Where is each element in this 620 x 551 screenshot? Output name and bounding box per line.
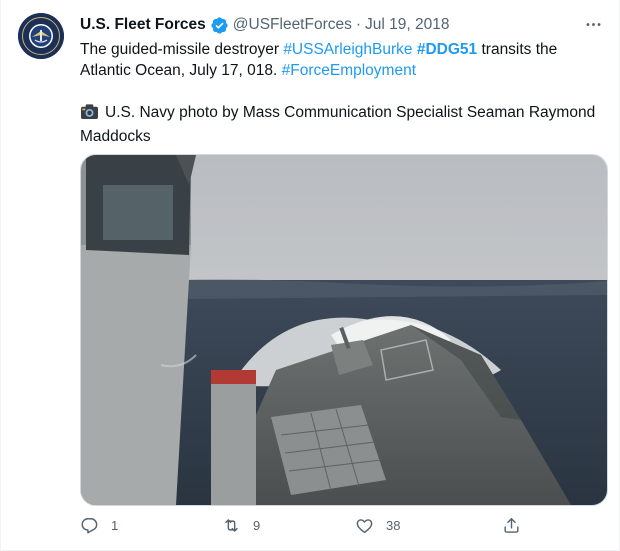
retweet-icon [225, 519, 238, 532]
verified-badge-icon [210, 16, 229, 35]
retweet-button[interactable]: 9 [222, 516, 260, 535]
tweet-date[interactable]: Jul 19, 2018 [365, 15, 449, 35]
reply-count: 1 [111, 518, 119, 533]
fleet-forces-seal-icon [18, 13, 64, 59]
avatar[interactable] [18, 13, 64, 59]
like-count: 38 [386, 518, 401, 533]
hashtag-ddg51[interactable]: #DDG51 [417, 41, 477, 58]
tweet-photo[interactable] [80, 154, 608, 506]
destroyer-photo [81, 155, 607, 505]
like-button[interactable]: 38 [355, 516, 400, 535]
tweet-card[interactable]: U.S. Fleet Forces @USFleetForces · Jul 1… [0, 0, 620, 551]
share-icon [504, 518, 519, 533]
author-name[interactable]: U.S. Fleet Forces [80, 15, 206, 35]
hashtag-forceemployment[interactable]: #ForceEmployment [282, 62, 416, 79]
photo-credit: U.S. Navy photo by Mass Communication Sp… [80, 104, 596, 145]
camera-icon [80, 103, 99, 126]
text-part-1: The guided-missile destroyer [80, 41, 284, 58]
reply-button[interactable]: 1 [80, 516, 118, 535]
like-icon [356, 519, 373, 533]
hashtag-ussarleighburke[interactable]: #USSArleighBurke [283, 41, 412, 58]
tweet-text: The guided-missile destroyer #USSArleigh… [80, 39, 605, 147]
share-button[interactable] [502, 516, 521, 535]
retweet-count: 9 [253, 518, 261, 533]
photo-credit-line: U.S. Navy photo by Mass Communication Sp… [80, 102, 605, 147]
more-icon[interactable] [581, 12, 605, 36]
tweet-header: U.S. Fleet Forces @USFleetForces · Jul 1… [80, 15, 450, 35]
tweet-actions: 1 9 38 [80, 516, 530, 540]
tweet-main-text: The guided-missile destroyer #USSArleigh… [80, 39, 605, 81]
author-handle[interactable]: @USFleetForces [233, 15, 352, 35]
separator-dot: · [355, 16, 362, 33]
reply-icon [81, 518, 98, 534]
